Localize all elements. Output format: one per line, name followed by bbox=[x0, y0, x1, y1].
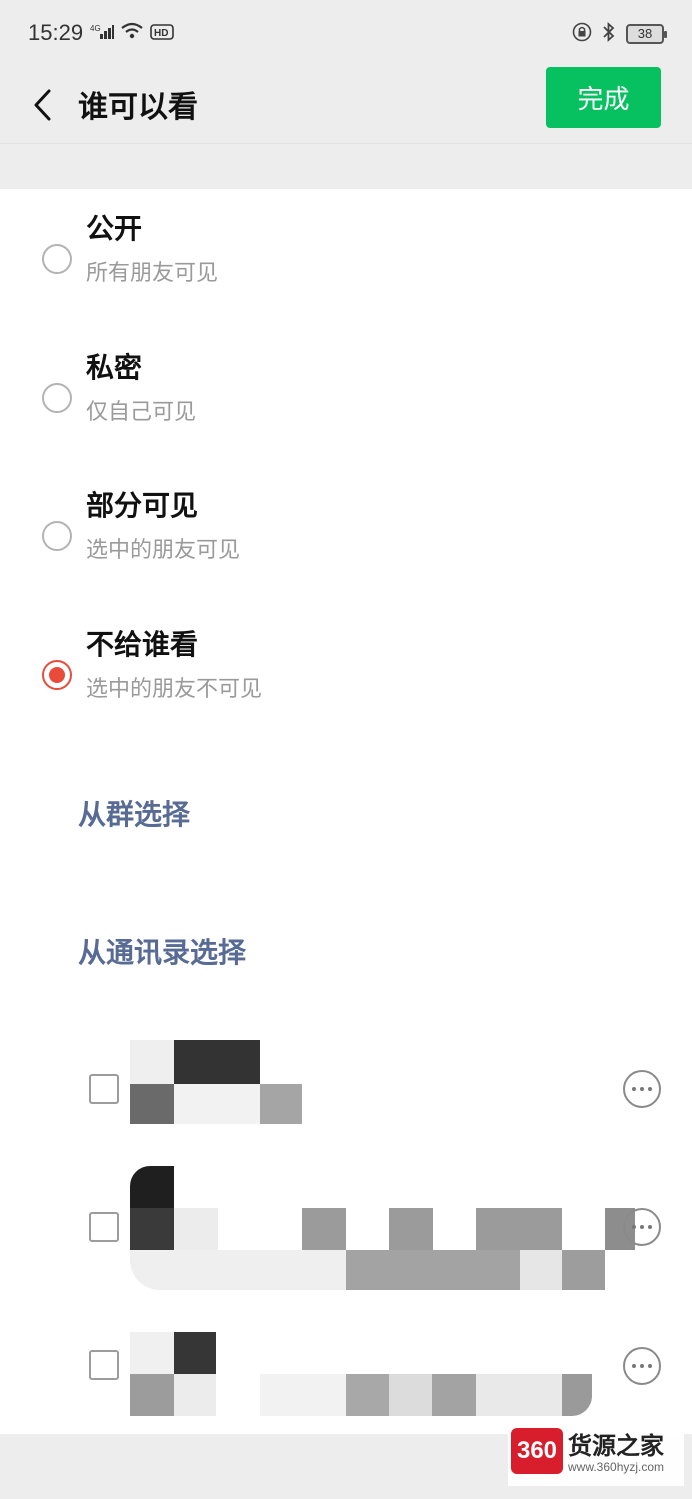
bluetooth-icon bbox=[602, 21, 616, 46]
redacted-block bbox=[260, 1084, 302, 1124]
watermark-title: 货源之家 bbox=[568, 1432, 664, 1460]
option-title: 部分可见 bbox=[86, 489, 199, 522]
option-public[interactable]: 公开 所有朋友可见 bbox=[0, 195, 692, 315]
radio-partial[interactable] bbox=[42, 521, 72, 551]
more-options-icon[interactable] bbox=[623, 1208, 661, 1246]
watermark: 360 货源之家 www.360hyzj.com bbox=[508, 1424, 684, 1486]
select-from-group-link[interactable]: 从群选择 bbox=[78, 793, 190, 833]
redacted-block bbox=[174, 1374, 216, 1416]
status-time: 15:29 bbox=[28, 20, 84, 45]
redacted-block bbox=[130, 1332, 174, 1374]
option-private[interactable]: 私密 仅自己可见 bbox=[0, 334, 692, 454]
redacted-block bbox=[260, 1374, 346, 1416]
option-exclude[interactable]: 不给谁看 选中的朋友不可见 bbox=[0, 611, 692, 731]
redacted-block bbox=[476, 1374, 562, 1416]
wifi-icon bbox=[120, 22, 144, 44]
option-title: 公开 bbox=[86, 212, 143, 245]
contact-row[interactable] bbox=[0, 1030, 692, 1150]
redacted-block bbox=[562, 1250, 605, 1290]
chevron-left-icon bbox=[31, 88, 53, 126]
option-subtitle: 选中的朋友可见 bbox=[86, 538, 241, 563]
hd-icon: HD bbox=[150, 22, 174, 44]
redacted-block bbox=[432, 1374, 476, 1416]
redacted-block bbox=[174, 1040, 260, 1084]
redacted-block bbox=[130, 1374, 174, 1416]
status-icons-left: 4G HD bbox=[90, 22, 174, 44]
redacted-block bbox=[130, 1208, 174, 1250]
redacted-block bbox=[389, 1374, 432, 1416]
status-bar: 15:29 4G HD 38 bbox=[0, 0, 692, 70]
nav-bar: 谁可以看 完成 bbox=[0, 67, 692, 144]
select-from-contacts-link[interactable]: 从通讯录选择 bbox=[78, 931, 246, 971]
done-button[interactable]: 完成 bbox=[546, 67, 661, 128]
redacted-block bbox=[389, 1208, 433, 1250]
contact-checkbox[interactable] bbox=[89, 1212, 119, 1242]
watermark-logo: 360 bbox=[511, 1428, 563, 1474]
more-options-icon[interactable] bbox=[623, 1347, 661, 1385]
radio-public[interactable] bbox=[42, 244, 72, 274]
option-title: 不给谁看 bbox=[86, 628, 199, 661]
redacted-block bbox=[520, 1250, 562, 1290]
radio-private[interactable] bbox=[42, 383, 72, 413]
redacted-block bbox=[346, 1250, 520, 1290]
watermark-url: www.360hyzj.com bbox=[568, 1460, 665, 1474]
battery-icon: 38 bbox=[626, 24, 667, 44]
back-button[interactable] bbox=[22, 80, 62, 134]
redacted-block bbox=[130, 1166, 174, 1208]
option-subtitle: 仅自己可见 bbox=[86, 400, 197, 425]
contact-checkbox[interactable] bbox=[89, 1350, 119, 1380]
signal-icon: 4G bbox=[90, 22, 114, 44]
option-subtitle: 所有朋友可见 bbox=[86, 261, 219, 286]
option-subtitle: 选中的朋友不可见 bbox=[86, 677, 263, 702]
redacted-block bbox=[476, 1208, 562, 1250]
svg-text:4G: 4G bbox=[90, 24, 101, 33]
redacted-block bbox=[346, 1374, 389, 1416]
contact-row[interactable] bbox=[0, 1160, 692, 1290]
more-options-icon[interactable] bbox=[623, 1070, 661, 1108]
redacted-block bbox=[130, 1250, 346, 1290]
redacted-block bbox=[562, 1374, 592, 1416]
contact-row[interactable] bbox=[0, 1300, 692, 1420]
redacted-block bbox=[130, 1084, 175, 1124]
page-title: 谁可以看 bbox=[78, 90, 198, 125]
option-partial[interactable]: 部分可见 选中的朋友可见 bbox=[0, 472, 692, 592]
redacted-block bbox=[130, 1040, 175, 1084]
lock-icon bbox=[572, 22, 592, 46]
redacted-block bbox=[174, 1084, 260, 1124]
option-title: 私密 bbox=[86, 351, 143, 384]
redacted-block bbox=[174, 1332, 216, 1374]
status-icons-right: 38 bbox=[572, 21, 667, 46]
section-separator bbox=[0, 144, 692, 189]
radio-exclude-selected[interactable] bbox=[42, 660, 72, 690]
redacted-block bbox=[302, 1208, 346, 1250]
redacted-block bbox=[174, 1208, 218, 1250]
svg-text:HD: HD bbox=[154, 28, 168, 39]
contact-checkbox[interactable] bbox=[89, 1074, 119, 1104]
